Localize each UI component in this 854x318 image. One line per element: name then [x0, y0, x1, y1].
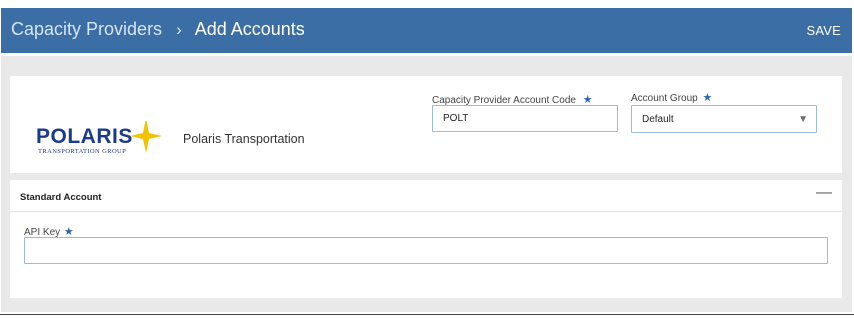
provider-name: Polaris Transportation: [183, 132, 305, 146]
account-code-value: POLT: [443, 113, 469, 124]
breadcrumb-parent-link[interactable]: Capacity Providers: [11, 19, 162, 40]
provider-card: POLARIS TRANSPORTATION GROUP Polaris Tra…: [10, 76, 842, 173]
collapse-icon[interactable]: —: [816, 184, 832, 202]
account-group-label: Account Group ★: [631, 91, 712, 104]
polaris-logo: POLARIS TRANSPORTATION GROUP: [36, 118, 170, 164]
bottom-divider: [0, 314, 854, 315]
svg-text:POLARIS: POLARIS: [36, 125, 133, 148]
account-group-value: Default: [642, 113, 674, 125]
page-title: Add Accounts: [194, 19, 305, 39]
account-code-input[interactable]: POLT: [432, 105, 618, 132]
chevron-down-icon: ▼: [798, 114, 808, 125]
required-star-icon: ★: [702, 92, 713, 104]
app-window: Capacity Providers › Add Accounts SAVE P…: [0, 0, 854, 318]
save-button[interactable]: SAVE: [806, 23, 841, 38]
api-key-input[interactable]: [24, 237, 828, 264]
main-content: POLARIS TRANSPORTATION GROUP Polaris Tra…: [1, 56, 852, 312]
breadcrumb: Capacity Providers › Add Accounts: [11, 19, 305, 40]
breadcrumb-separator-icon: ›: [176, 19, 182, 39]
section-header: Standard Account —: [10, 180, 842, 212]
svg-text:TRANSPORTATION GROUP: TRANSPORTATION GROUP: [38, 148, 126, 155]
account-group-label-text: Account Group: [631, 93, 698, 104]
standard-account-panel: Standard Account — API Key ★: [10, 180, 842, 298]
header-bar: Capacity Providers › Add Accounts SAVE: [1, 8, 852, 53]
section-title: Standard Account: [20, 192, 102, 203]
account-group-select[interactable]: Default ▼: [631, 105, 817, 133]
